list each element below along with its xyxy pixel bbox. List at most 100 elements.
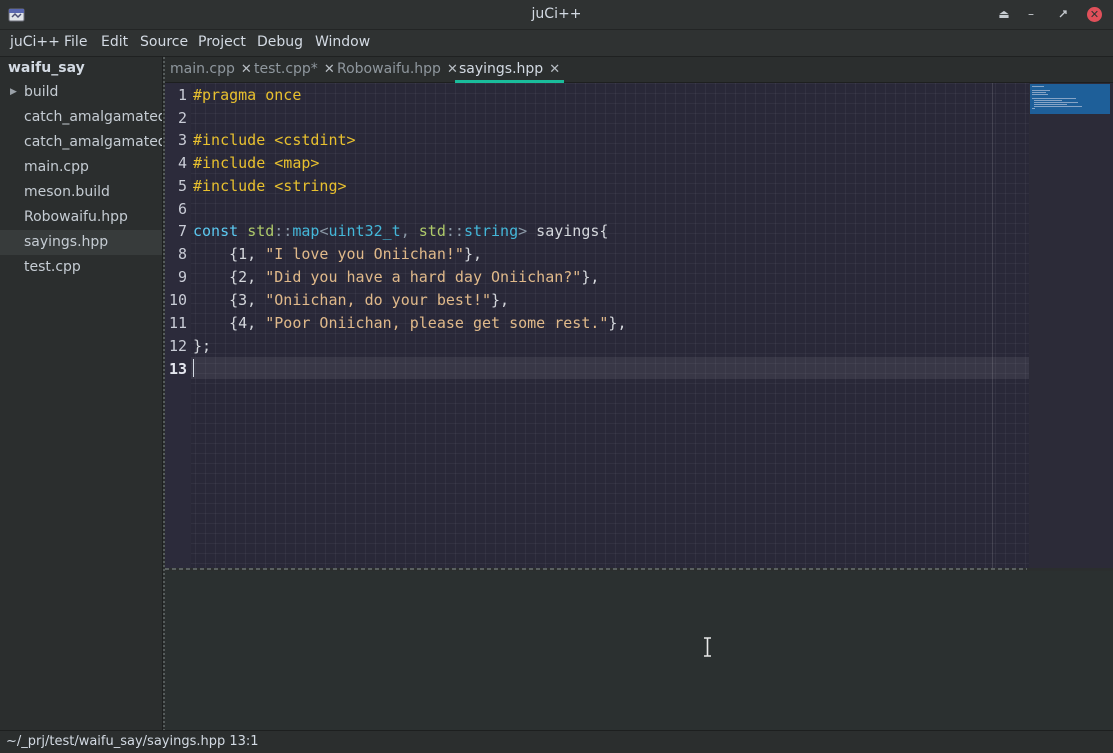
menu-juci[interactable]: juCi++ [10, 34, 60, 50]
menu-source[interactable]: Source [140, 34, 188, 50]
code-line: #include <cstdint> [193, 131, 356, 149]
tree-folder-build[interactable]: ▶ build [0, 80, 162, 105]
line-number: 12 [168, 337, 187, 355]
angle-bracket: > [518, 222, 528, 240]
code-text: }, [463, 245, 482, 263]
menu-window[interactable]: Window [315, 34, 370, 50]
terminal-panel[interactable] [165, 571, 1113, 730]
minimap-line [1032, 86, 1044, 87]
line-number: 3 [177, 131, 187, 149]
code-text: {4, [193, 314, 266, 332]
string-literal: "Oniichan, do your best!" [265, 291, 492, 309]
code-line: const std::map<uint32_t, std::string> sa… [193, 222, 608, 240]
tree-file[interactable]: Robowaifu.hpp [0, 205, 162, 230]
code-text: }, [608, 314, 627, 332]
tree-file[interactable]: catch_amalgamated.hpp [0, 130, 162, 155]
code-text: sayings{ [527, 222, 609, 240]
tab-label: Robowaifu.hpp [337, 61, 441, 77]
eject-icon[interactable]: ⏏ [994, 5, 1014, 23]
code-line: #include <map> [193, 154, 319, 172]
menu-bar: juCi++ File Edit Source Project Debug Wi… [0, 30, 1113, 57]
line-number: 1 [177, 86, 187, 104]
menu-debug[interactable]: Debug [257, 34, 303, 50]
window-title: juCi++ [531, 6, 582, 22]
minimap-line [1034, 102, 1078, 103]
minimap-line [1032, 94, 1048, 95]
tree-file[interactable]: main.cpp [0, 155, 162, 180]
expander-arrow-icon[interactable]: ▶ [10, 80, 17, 105]
ibeam-cursor-icon [704, 637, 711, 657]
code-text: }, [491, 291, 510, 309]
restore-icon[interactable] [1053, 5, 1073, 23]
keyword-token: const [193, 222, 239, 240]
code-line: #pragma once [193, 86, 301, 104]
type-token: string [463, 222, 519, 240]
tab-test-cpp[interactable]: test.cpp* ✕ [254, 61, 335, 82]
minimize-icon[interactable]: – [1021, 5, 1041, 23]
tab-main-cpp[interactable]: main.cpp ✕ [170, 61, 252, 82]
code-line: #include <string> [193, 177, 347, 195]
code-text: {3, [193, 291, 266, 309]
close-icon[interactable]: ✕ [1087, 7, 1102, 22]
right-margin-guide [992, 83, 993, 568]
tree-file[interactable]: meson.build [0, 180, 162, 205]
tree-file-selected[interactable]: sayings.hpp [0, 230, 162, 255]
menu-project[interactable]: Project [198, 34, 246, 50]
line-number: 11 [168, 314, 187, 332]
line-number: 9 [177, 268, 187, 286]
preprocessor-token: #pragma once [193, 86, 302, 104]
file-path-position: ~/_prj/test/waifu_say/sayings.hpp 13:1 [6, 734, 259, 749]
namespace-token: std [418, 222, 446, 240]
minimap-line [1034, 100, 1062, 101]
tab-close-icon[interactable]: ✕ [447, 62, 458, 77]
tab-sayings-hpp[interactable]: sayings.hpp ✕ [454, 61, 565, 83]
line-number: 7 [177, 222, 187, 240]
scope-operator: :: [274, 222, 293, 240]
preprocessor-token: #include <map> [193, 154, 320, 172]
current-line-highlight [191, 357, 1029, 379]
type-token: uint32_t [328, 222, 401, 240]
string-literal: "I love you Oniichan!" [265, 245, 464, 263]
tab-robowaifu-hpp[interactable]: Robowaifu.hpp ✕ [337, 61, 458, 82]
menu-file[interactable]: File [64, 34, 87, 50]
minimap-viewport[interactable] [1030, 84, 1110, 114]
tab-bar: main.cpp ✕ test.cpp* ✕ Robowaifu.hpp ✕ sayi… [165, 57, 1113, 83]
code-text: {1, [193, 245, 266, 263]
type-token: map [292, 222, 320, 240]
code-minimap[interactable] [1029, 83, 1113, 568]
line-number: 8 [177, 245, 187, 263]
code-editor[interactable]: 1 2 3 4 5 6 7 8 9 10 11 12 13 #pragma on… [165, 83, 1029, 568]
text-cursor [193, 359, 194, 377]
tree-file[interactable]: catch_amalgamated.cpp [0, 105, 162, 130]
tree-item-label: meson.build [24, 184, 110, 200]
title-bar: juCi++ ⏏ – ✕ [0, 0, 1113, 30]
tab-close-icon[interactable]: ✕ [324, 62, 335, 77]
line-number: 10 [168, 291, 187, 309]
pane-resize-handle[interactable] [165, 568, 1027, 570]
tree-item-label: catch_amalgamated.hpp [24, 134, 162, 150]
tab-close-icon[interactable]: ✕ [549, 62, 560, 77]
directory-sidebar: waifu_say ▶ build catch_amalgamated.cpp … [0, 57, 163, 730]
minimap-line [1034, 104, 1067, 105]
code-line: {3, "Oniichan, do your best!"}, [193, 291, 509, 309]
minimap-line [1032, 108, 1035, 109]
code-text: {2, [193, 268, 266, 286]
tree-file[interactable]: test.cpp [0, 255, 162, 280]
code-line: {2, "Did you have a hard day Oniichan?"}… [193, 268, 599, 286]
tree-item-label: test.cpp [24, 259, 81, 275]
line-number: 6 [177, 200, 187, 218]
tab-label: main.cpp [170, 61, 235, 77]
line-number: 2 [177, 109, 187, 127]
minimap-line [1034, 106, 1082, 107]
tab-close-icon[interactable]: ✕ [241, 62, 252, 77]
code-text: }, [581, 268, 600, 286]
preprocessor-token: #include <string> [193, 177, 347, 195]
project-name: waifu_say [8, 60, 85, 76]
minimap-line [1032, 92, 1046, 93]
tree-item-label: Robowaifu.hpp [24, 209, 128, 225]
tab-label: sayings.hpp [459, 61, 544, 77]
menu-edit[interactable]: Edit [101, 34, 128, 50]
tab-label: test.cpp* [254, 61, 318, 77]
tree-item-label: sayings.hpp [24, 234, 109, 250]
